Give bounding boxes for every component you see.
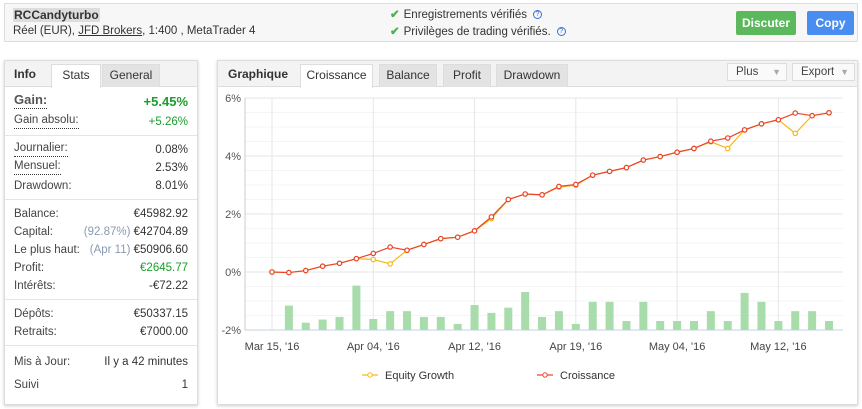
x-tick-label: Apr 19, '16 bbox=[549, 341, 602, 353]
profit-bar bbox=[605, 301, 614, 330]
profit-bar bbox=[436, 316, 445, 330]
profit-bar bbox=[521, 292, 530, 330]
data-point bbox=[606, 168, 613, 175]
data-point bbox=[657, 153, 664, 160]
data-point bbox=[370, 250, 377, 257]
data-point bbox=[623, 164, 630, 171]
data-point bbox=[792, 130, 799, 137]
y-tick-label: 6% bbox=[225, 93, 241, 105]
series-line-equity-growth bbox=[271, 112, 830, 274]
profit-bar bbox=[470, 305, 479, 330]
profit-bar bbox=[386, 311, 395, 330]
profit-bar bbox=[808, 311, 817, 330]
data-point bbox=[573, 181, 579, 188]
profit-bar bbox=[352, 285, 361, 330]
data-point bbox=[319, 263, 326, 270]
data-point bbox=[674, 149, 680, 156]
data-point bbox=[488, 214, 495, 220]
data-point bbox=[454, 234, 461, 241]
y-tick-label: -2% bbox=[221, 325, 241, 337]
profit-bar bbox=[487, 312, 496, 330]
x-tick-label: Mar 15, '16 bbox=[245, 341, 300, 353]
profit-bar bbox=[335, 316, 344, 330]
data-point bbox=[640, 157, 647, 163]
data-point bbox=[708, 138, 714, 145]
profit-bar bbox=[284, 305, 293, 330]
data-point bbox=[826, 109, 832, 116]
profit-bar bbox=[774, 321, 783, 330]
data-point bbox=[792, 110, 799, 116]
data-point bbox=[437, 235, 444, 242]
data-point bbox=[336, 260, 343, 267]
profit-bar bbox=[723, 321, 732, 330]
profit-bar bbox=[689, 321, 698, 330]
data-point bbox=[775, 116, 782, 123]
data-point bbox=[724, 145, 731, 152]
profit-bar bbox=[622, 321, 631, 330]
profit-bar bbox=[791, 311, 800, 330]
data-point bbox=[286, 269, 292, 276]
data-point bbox=[387, 261, 393, 267]
data-point bbox=[724, 135, 731, 141]
data-point bbox=[471, 228, 478, 234]
profit-bar bbox=[673, 321, 682, 330]
profit-bar bbox=[656, 321, 665, 330]
profit-bar bbox=[706, 311, 715, 330]
profit-bar bbox=[757, 301, 766, 330]
profit-bar bbox=[571, 323, 580, 330]
profit-bar bbox=[403, 311, 412, 330]
x-tick-label: May 12, '16 bbox=[750, 341, 807, 353]
data-point bbox=[741, 127, 748, 133]
legend-marker bbox=[367, 372, 373, 378]
y-tick-label: 4% bbox=[225, 151, 241, 163]
data-point bbox=[505, 196, 512, 203]
data-point bbox=[421, 241, 427, 248]
legend-label[interactable]: Croissance bbox=[560, 370, 615, 382]
data-point bbox=[353, 255, 360, 262]
profit-bar bbox=[554, 311, 563, 330]
profit-bar bbox=[301, 322, 310, 330]
data-point bbox=[809, 112, 815, 119]
profit-bar bbox=[318, 319, 327, 330]
profit-bar bbox=[369, 318, 378, 330]
x-tick-label: May 04, '16 bbox=[649, 341, 706, 353]
profit-bar bbox=[588, 301, 597, 330]
data-point bbox=[387, 244, 393, 250]
profit-bar bbox=[504, 307, 513, 330]
profit-bar bbox=[419, 316, 428, 330]
y-tick-label: 0% bbox=[225, 267, 241, 279]
legend-label[interactable]: Equity Growth bbox=[385, 370, 454, 382]
legend-marker bbox=[542, 372, 548, 378]
x-tick-label: Apr 04, '16 bbox=[347, 341, 400, 353]
data-point bbox=[522, 191, 528, 197]
profit-bar bbox=[825, 321, 833, 330]
y-tick-label: 2% bbox=[225, 209, 241, 221]
series-line-croissance bbox=[271, 112, 830, 274]
data-point bbox=[370, 256, 377, 263]
data-point bbox=[556, 183, 562, 190]
data-point bbox=[589, 172, 596, 178]
data-point bbox=[758, 121, 765, 127]
x-tick-label: Apr 12, '16 bbox=[448, 341, 501, 353]
profit-bar bbox=[639, 301, 648, 330]
data-point bbox=[691, 145, 697, 152]
data-point bbox=[302, 267, 309, 274]
data-point bbox=[404, 247, 410, 254]
data-point bbox=[539, 192, 545, 198]
profit-bar bbox=[453, 323, 462, 330]
data-point bbox=[269, 269, 275, 275]
profit-bar bbox=[740, 292, 749, 330]
growth-chart: 6% 4% 2% 0% -2% Mar 15, '16 Apr 04, '16 Apr 12,… bbox=[221, 93, 843, 382]
profit-bar bbox=[538, 316, 547, 330]
